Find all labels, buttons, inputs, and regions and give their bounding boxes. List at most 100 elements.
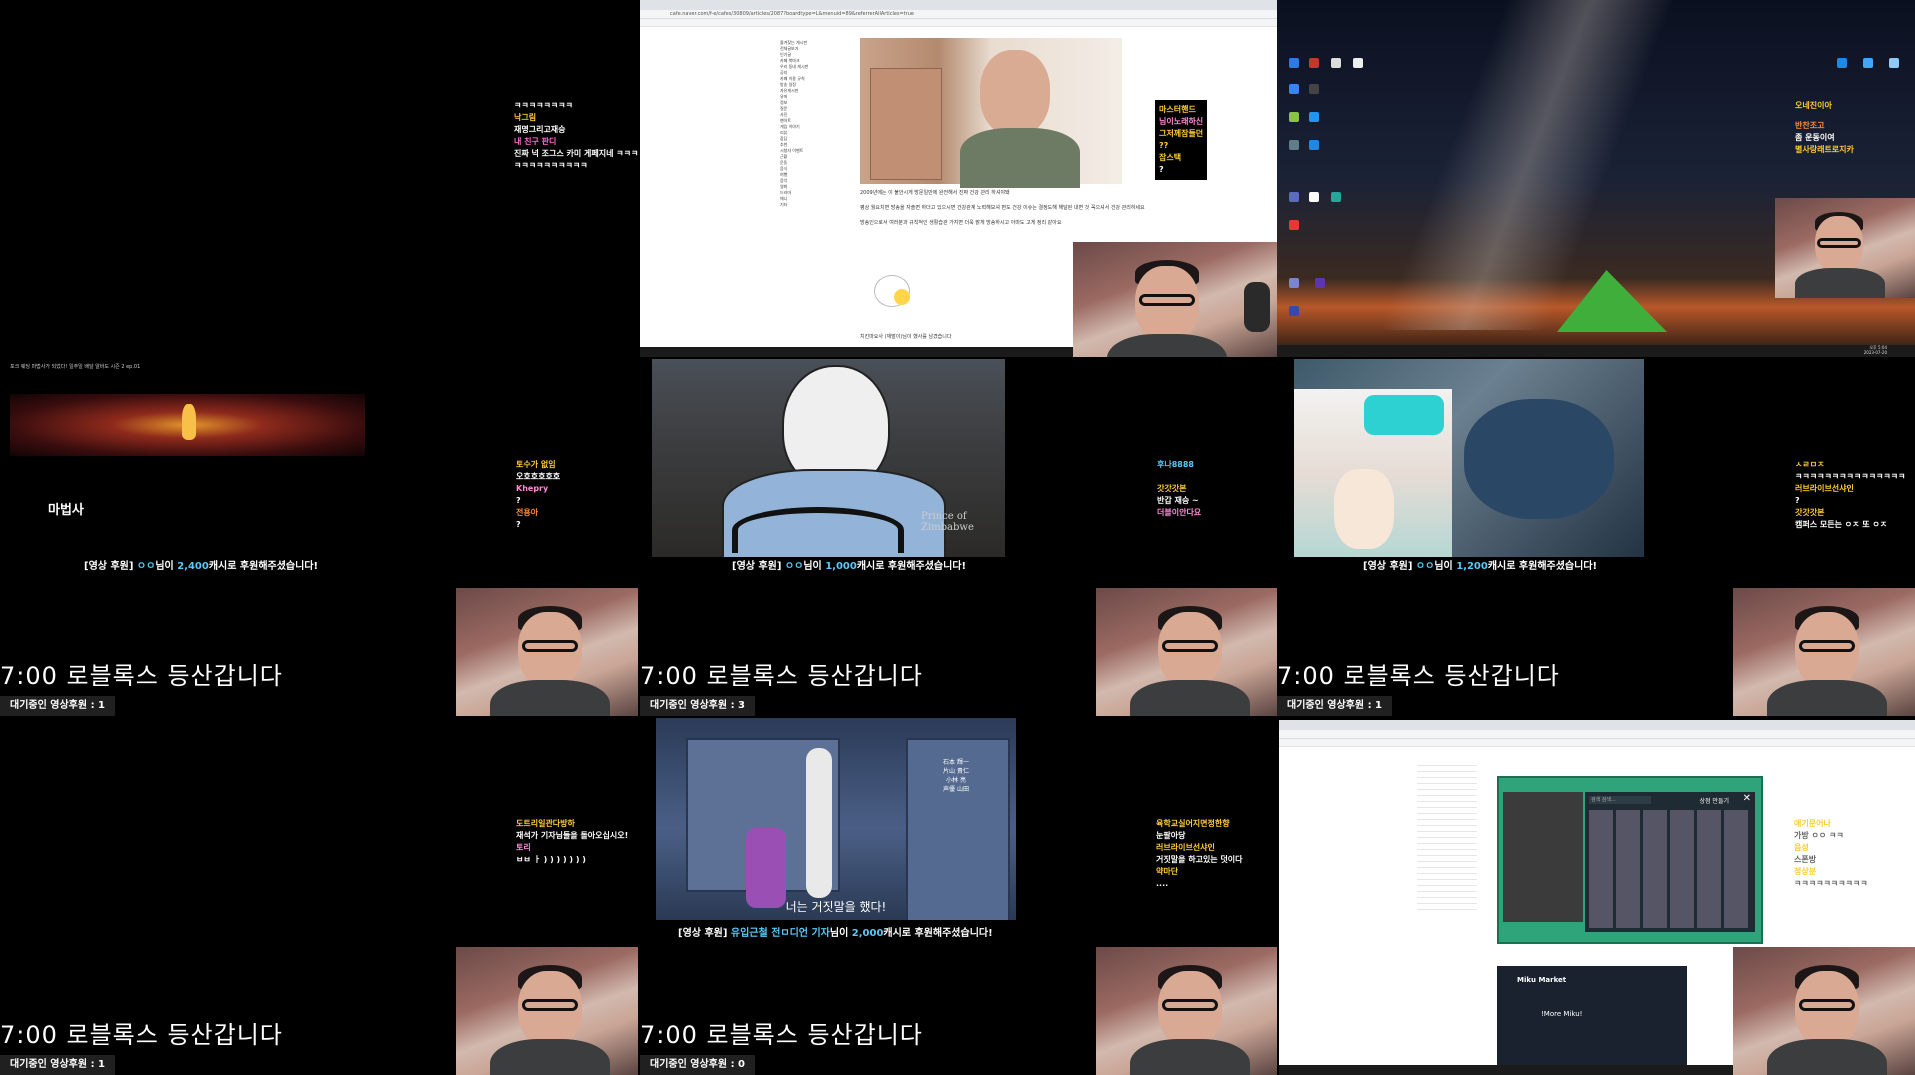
chat-line: 오네진이아: [1795, 101, 1832, 110]
video-frame: 石本 輝一 片山 貴仁 小林 亮 声優 山田 너는 거짓말을 했다!: [656, 718, 1016, 920]
chat-line: ㅋㅋㅋㅋㅋㅋㅋㅋㅋㅋ: [1794, 879, 1868, 888]
market-panel: Miku Market !More Miku!: [1497, 966, 1687, 1075]
donation-amount: 1,000: [825, 561, 857, 572]
app-icon[interactable]: [1289, 192, 1299, 202]
donation-prefix: [영상 후원]: [1363, 561, 1416, 572]
chat-line: ㅋㅋㅋㅋㅋㅋㅋㅋ: [514, 101, 573, 110]
donation-alert: [영상 후원] ㅇㅇ님이 1,200캐시로 후원해주셨습니다!: [1363, 557, 1597, 572]
app-icon[interactable]: [1289, 84, 1299, 94]
chat-line: 그저께잠들던: [1159, 129, 1204, 138]
tile-7: 도트리일관다방하 재석가 기자님들을 돌아오십시오! 토리 ㅂㅂ ㅏ ) ) )…: [0, 718, 638, 1075]
credit-line: 片山 貴仁: [943, 768, 969, 775]
credit-line: 小林 亮: [946, 777, 966, 784]
webcam-feed: [456, 588, 638, 716]
menu-item[interactable]: 기타: [780, 202, 840, 208]
chat-line: 반찬조고: [1795, 121, 1825, 130]
donation-suffix: 캐시로 후원해주셨습니다!: [1487, 561, 1598, 572]
chat-line: 좀 운동이여: [1795, 133, 1835, 142]
shop-search[interactable]: 검색 검색...: [1589, 796, 1651, 804]
article-paragraph: 방송인으로서 여러분과 규칙적인 생활습관 가지면 더욱 밝게 방송하시고 아마…: [860, 220, 1062, 226]
tile-4: 포크 웨딩 마법사가 되었다! 일주일 배달 알바도 시즌 2 ep.01 마법…: [0, 359, 638, 716]
video-topbar: 포크 웨딩 마법사가 되었다! 일주일 배달 알바도 시즌 2 ep.01: [10, 364, 141, 370]
donation-suffix: 캐시로 후원해주셨습니다!: [883, 928, 993, 939]
chat-line: 재명그리고재승: [514, 125, 566, 134]
donation-mid: 님이: [829, 928, 852, 939]
donation-alert: [영상 후원] ㅇㅇ님이 2,400캐시로 후원해주셨습니다!: [84, 557, 318, 572]
app-icon[interactable]: [1837, 58, 1847, 68]
chat-line: 육학교실어지면정한향: [1156, 819, 1230, 828]
tab-bar[interactable]: [640, 0, 1278, 10]
tile-1: ㅋㅋㅋㅋㅋㅋㅋㅋ 낙그림 재명그리고재승 내 친구 판디 진짜 넉 조그스 카미…: [0, 0, 638, 357]
webcam-feed: [1733, 947, 1915, 1075]
address-bar[interactable]: cafe.naver.com/f-e/cafes/30809/articles/…: [640, 10, 1278, 19]
schedule-ticker: 7:00 로블록스 등산갑니다: [1277, 662, 1560, 690]
app-icon[interactable]: [1289, 220, 1299, 230]
donor-name: ㅇㅇ: [784, 561, 804, 572]
chat-line: 반갑 재승 ~: [1157, 496, 1199, 505]
app-icon[interactable]: [1289, 112, 1299, 122]
chat-line: 더블이안다요: [1157, 508, 1202, 517]
donation-prefix: [영상 후원]: [732, 561, 785, 572]
taskbar: 오후 5:04 2023-07-20: [1277, 345, 1915, 357]
chat-line: 오호호호호호: [516, 472, 561, 481]
app-icon[interactable]: [1889, 58, 1899, 68]
donation-queue: 대기중인 영상후원 : 1: [0, 1055, 116, 1075]
chat-line: 낙그림: [514, 113, 537, 122]
chat-line: 약마단: [1156, 867, 1179, 876]
app-icon[interactable]: [1309, 112, 1319, 122]
chat-line: 재석가 기자님들을 돌아오십시오!: [516, 831, 629, 840]
chat-line: 눈팔아당: [1156, 831, 1186, 840]
tile-2: cafe.naver.com/f-e/cafes/30809/articles/…: [640, 0, 1278, 357]
app-icon[interactable]: [1309, 84, 1319, 94]
donation-mid: 님이: [155, 561, 178, 572]
address-bar[interactable]: [1279, 730, 1915, 739]
donation-prefix: [영상 후원]: [678, 928, 731, 939]
tile-8: 石本 輝一 片山 貴仁 小林 亮 声優 山田 너는 거짓말을 했다! [영상 후…: [640, 718, 1278, 1075]
app-icon[interactable]: [1309, 140, 1319, 150]
chat-line: 후나8888: [1157, 460, 1194, 469]
chat-line: 갓갓갓본: [1795, 508, 1825, 517]
app-icon[interactable]: [1315, 278, 1325, 288]
app-icon[interactable]: [1289, 140, 1299, 150]
app-icon[interactable]: [1863, 58, 1873, 68]
donation-alert: [영상 후원] ㅇㅇ님이 1,000캐시로 후원해주셨습니다!: [732, 557, 966, 572]
close-icon[interactable]: ✕: [1743, 793, 1751, 804]
milky-way: [1381, 0, 1673, 330]
chat-line: ....: [1156, 879, 1169, 888]
bookmarks-bar: [1279, 739, 1915, 747]
chat-overlay: ㅅㄹㅁㅈ ㅋㅋㅋㅋㅋㅋㅋㅋㅋㅋㅋㅋㅋㅋㅋ 러브라이브선샤인 ? 갓갓갓본 캠퍼스…: [1795, 459, 1905, 531]
app-icon[interactable]: [1309, 192, 1319, 202]
chat-line: 토리: [516, 843, 531, 852]
chat-line: ㅂㅂ ㅏ ) ) ) ) ) ) ): [516, 855, 586, 864]
schedule-ticker: 7:00 로블록스 등산갑니다: [0, 662, 283, 690]
donor-name: ㅇㅇ: [1415, 561, 1435, 572]
market-title: Miku Market: [1517, 976, 1567, 984]
shop-title: 상점 만들기: [1699, 798, 1729, 805]
chat-overlay: 오네진이아 반찬조고 좀 운동이여 별사랑래트로지카: [1795, 100, 1854, 156]
tile-5: Prince of Zimbabwe [영상 후원] ㅇㅇ님이 1,000캐시로…: [640, 359, 1278, 716]
app-icon[interactable]: [1289, 58, 1299, 68]
chat-line: ㅋㅋㅋㅋㅋㅋㅋㅋㅋㅋ: [514, 161, 588, 170]
chat-line: 애기문어나: [1794, 819, 1831, 828]
webcam-feed: [1775, 198, 1915, 298]
article-paragraph: 평상 월요치면 방송을 자솔면 하더고 있으시면 건강관계 노력해보셔 편도 건…: [860, 205, 1145, 211]
app-icon[interactable]: [1289, 278, 1299, 288]
app-icon[interactable]: [1309, 58, 1319, 68]
chat-line: 갓갓갓본: [1157, 484, 1187, 493]
app-icon[interactable]: [1353, 58, 1363, 68]
app-icon[interactable]: [1331, 58, 1341, 68]
tab-bar[interactable]: [1279, 720, 1915, 730]
schedule-ticker: 7:00 로블록스 등산갑니다: [0, 1021, 283, 1049]
donation-queue: 대기중인 영상후원 : 0: [640, 1055, 756, 1075]
market-subtitle: !More Miku!: [1541, 1010, 1583, 1018]
bookmarks-bar: [640, 19, 1278, 27]
tile-9: 상점 만들기 ✕ 검색 검색... Miku Market !More Miku…: [1277, 718, 1915, 1075]
app-icon[interactable]: [1331, 192, 1341, 202]
credit-line: 声優 山田: [943, 786, 969, 793]
chat-overlay: ㅋㅋㅋㅋㅋㅋㅋㅋ 낙그림 재명그리고재승 내 친구 판디 진짜 넉 조그스 카미…: [514, 100, 638, 172]
schedule-ticker: 7:00 로블록스 등산갑니다: [640, 662, 923, 690]
donation-queue: 대기중인 영상후원 : 3: [640, 696, 756, 716]
video-frame: [10, 394, 365, 456]
app-icon[interactable]: [1289, 306, 1299, 316]
donation-prefix: [영상 후원]: [84, 561, 137, 572]
